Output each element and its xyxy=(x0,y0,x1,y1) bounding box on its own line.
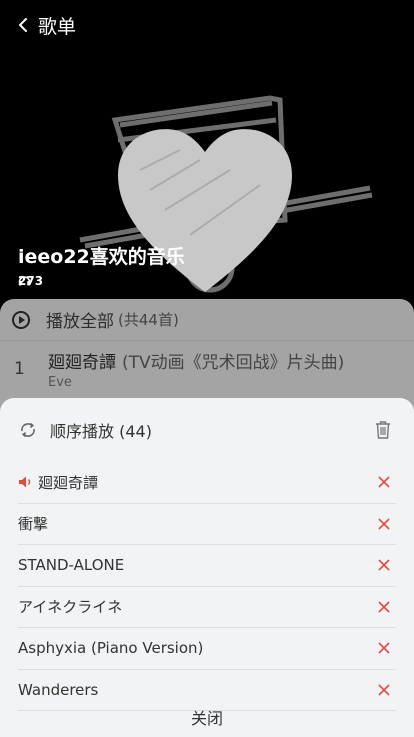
queue-header: 顺序播放 (44) xyxy=(0,398,414,462)
queue-item-name: 衝撃 xyxy=(18,515,49,534)
remove-button[interactable] xyxy=(376,640,392,656)
song-row[interactable]: 1 廻廻奇譚 (TV动画《咒术回战》片头曲) Eve xyxy=(0,341,414,397)
close-icon xyxy=(378,476,390,488)
play-count: 273 xyxy=(18,274,43,288)
queue-item-name: Asphyxia (Piano Version) xyxy=(18,639,204,658)
close-icon xyxy=(378,684,390,696)
close-icon xyxy=(378,642,390,654)
queue-item[interactable]: Asphyxia (Piano Version) xyxy=(18,628,396,670)
remove-button[interactable] xyxy=(376,599,392,615)
song-name: 廻廻奇譚 xyxy=(48,353,116,373)
song-index: 1 xyxy=(14,359,25,379)
play-all-count: (共44首) xyxy=(118,311,179,329)
close-icon xyxy=(378,559,390,571)
song-subtitle: (TV动画《咒术回战》片头曲) xyxy=(122,353,345,373)
queue-item-name: 廻廻奇譚 xyxy=(38,473,99,492)
speaker-icon xyxy=(19,476,31,488)
queue-item-name: アイネクライネ xyxy=(18,598,123,617)
remove-button[interactable] xyxy=(376,516,392,532)
remove-button[interactable] xyxy=(376,682,392,698)
playlist-title: ieeo22喜欢的音乐 xyxy=(18,246,185,268)
top-bar: 歌单 xyxy=(0,0,414,50)
queue-item[interactable]: 衝撃 xyxy=(18,504,396,545)
queue-item[interactable]: アイネクライネ xyxy=(18,587,396,628)
close-icon xyxy=(378,601,390,613)
play-mode-label[interactable]: 顺序播放 (44) xyxy=(50,418,374,442)
queue-item[interactable]: STAND-ALONE xyxy=(18,545,396,587)
remove-button[interactable] xyxy=(376,557,392,573)
queue-list: 廻廻奇譚 衝撃 STAND-ALONE アイネクライネ Asphyxia (Pi… xyxy=(0,462,414,711)
play-all-label: 播放全部 xyxy=(46,312,114,332)
play-all-row[interactable]: 播放全部 (共44首) xyxy=(0,299,414,341)
song-artist: Eve xyxy=(48,375,72,390)
page-title: 歌单 xyxy=(38,15,77,38)
queue-item-name: STAND-ALONE xyxy=(18,556,125,575)
queue-item-current[interactable]: 廻廻奇譚 xyxy=(18,462,396,504)
play-circle-icon xyxy=(12,310,30,329)
headphones-icon xyxy=(18,276,31,286)
remove-button[interactable] xyxy=(376,474,392,490)
repeat-icon[interactable] xyxy=(18,420,38,440)
trash-icon[interactable] xyxy=(374,420,392,440)
chevron-left-icon xyxy=(19,18,27,32)
play-queue-sheet: 顺序播放 (44) 廻廻奇譚 衝撃 STAND-ALONE アイネクライネ As… xyxy=(0,398,414,737)
close-icon xyxy=(378,518,390,530)
close-sheet-button[interactable]: 关闭 xyxy=(0,697,414,737)
back-button[interactable] xyxy=(14,16,32,34)
